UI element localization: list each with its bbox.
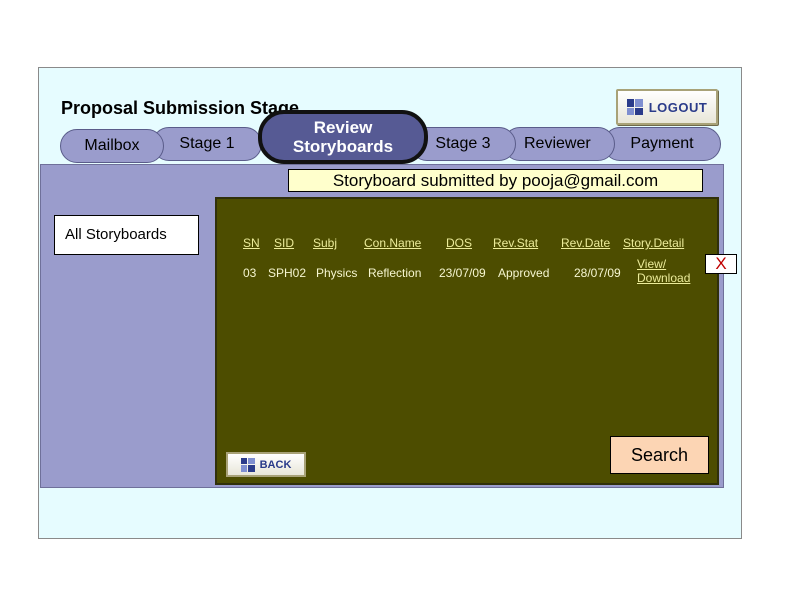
- tab-mailbox[interactable]: Mailbox: [60, 129, 164, 163]
- back-label: BACK: [259, 458, 292, 471]
- view-link-line1: View/: [637, 257, 667, 271]
- cell-rev-date: 28/07/09: [574, 266, 621, 280]
- logout-logo-icon: [626, 99, 643, 115]
- col-rev-stat[interactable]: Rev.Stat: [493, 236, 538, 250]
- tab-stage1[interactable]: Stage 1: [152, 127, 262, 161]
- status-banner: Storyboard submitted by pooja@gmail.com: [288, 169, 703, 192]
- tab-review-storyboards[interactable]: Review Storyboards: [258, 110, 428, 164]
- tab-review-line1: Review: [313, 118, 373, 137]
- close-button[interactable]: X: [705, 254, 737, 274]
- cell-subj: Physics: [316, 266, 358, 280]
- cell-dos: 23/07/09: [439, 266, 486, 280]
- cell-con-name: Reflection: [368, 266, 422, 280]
- cell-rev-stat: Approved: [498, 266, 550, 280]
- cell-sn: 03: [243, 266, 257, 280]
- view-link-line2: Download: [637, 271, 691, 285]
- col-con-name[interactable]: Con.Name: [364, 236, 421, 250]
- view-download-link[interactable]: View/ Download: [637, 257, 690, 285]
- back-button[interactable]: BACK: [226, 452, 306, 477]
- all-storyboards-button[interactable]: All Storyboards: [54, 215, 199, 255]
- col-rev-date[interactable]: Rev.Date: [561, 236, 610, 250]
- logout-label: LOGOUT: [648, 99, 708, 115]
- cell-sid: SPH02: [268, 266, 307, 280]
- logout-button[interactable]: LOGOUT: [616, 89, 718, 125]
- tab-payment[interactable]: Payment: [603, 127, 721, 161]
- col-dos[interactable]: DOS: [446, 236, 472, 250]
- tab-review-line2: Storyboards: [292, 137, 394, 156]
- col-story-detail[interactable]: Story.Detail: [623, 236, 684, 250]
- tab-reviewer[interactable]: Reviewer: [503, 127, 615, 161]
- search-button[interactable]: Search: [610, 436, 709, 474]
- back-logo-icon: [240, 457, 255, 472]
- col-subj[interactable]: Subj: [313, 236, 337, 250]
- col-sn[interactable]: SN: [243, 236, 260, 250]
- col-sid[interactable]: SID: [274, 236, 294, 250]
- page-title: Proposal Submission Stage: [61, 98, 300, 118]
